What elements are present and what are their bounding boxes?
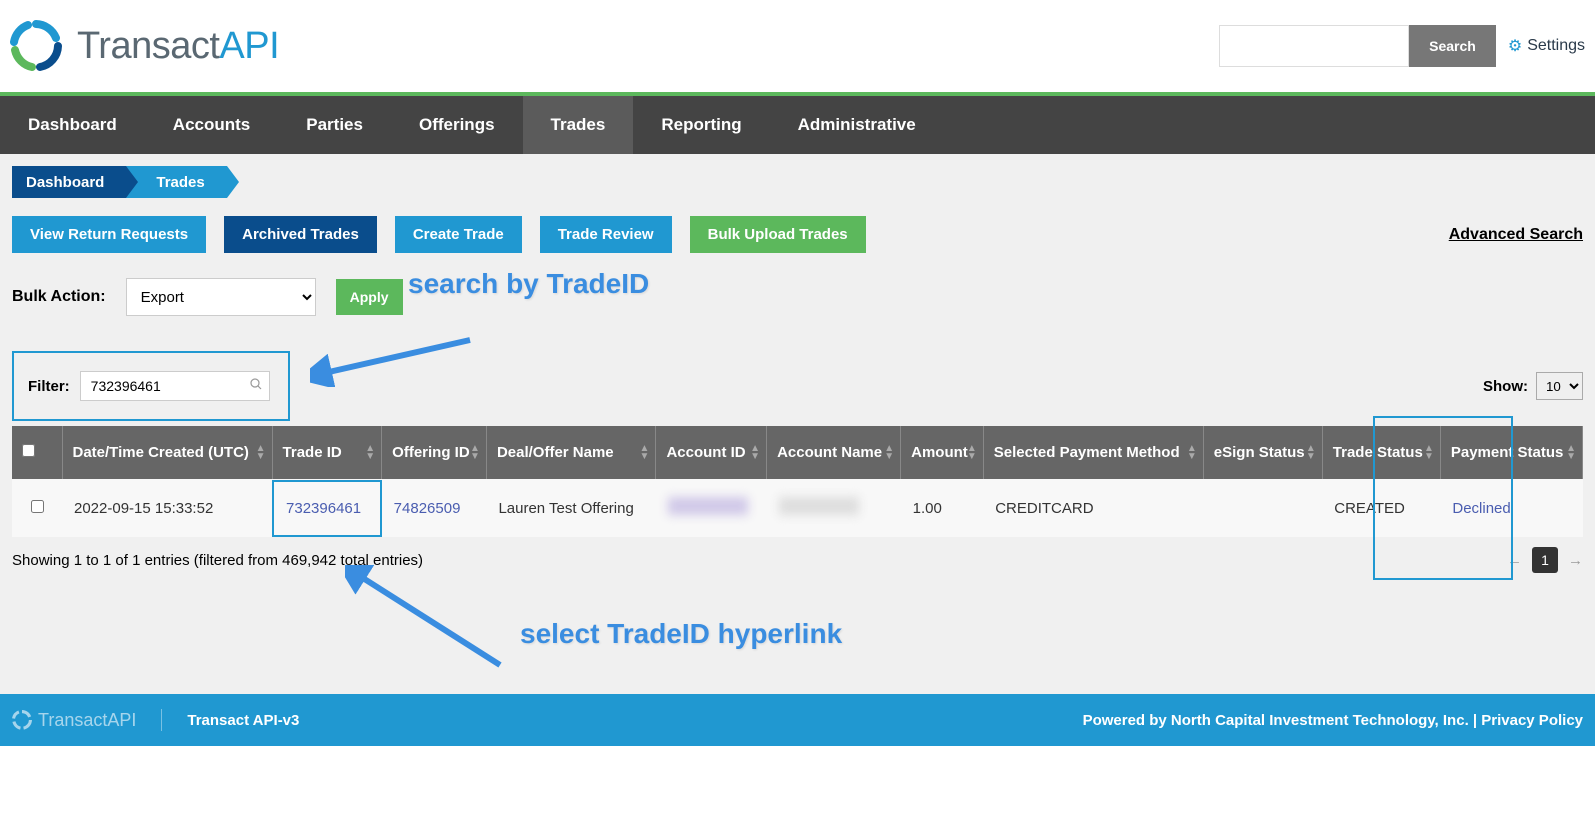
gear-icon: ⚙ bbox=[1508, 36, 1522, 56]
header-right: Search ⚙ Settings bbox=[1219, 25, 1585, 67]
cell-amount: 1.00 bbox=[901, 479, 984, 537]
advanced-search-link[interactable]: Advanced Search bbox=[1449, 226, 1583, 244]
th-account-id[interactable]: Account ID▲▼ bbox=[656, 426, 767, 479]
footer: TransactAPI Transact API-v3 Powered by N… bbox=[0, 694, 1595, 746]
th-trade-status[interactable]: Trade Status▲▼ bbox=[1322, 426, 1440, 479]
settings-link[interactable]: ⚙ Settings bbox=[1508, 36, 1585, 56]
th-payment-method[interactable]: Selected Payment Method▲▼ bbox=[983, 426, 1203, 479]
footer-version: Transact API-v3 bbox=[187, 712, 299, 729]
annotation-select: select TradeID hyperlink bbox=[520, 618, 842, 650]
row-checkbox[interactable] bbox=[31, 500, 44, 513]
nav-reporting[interactable]: Reporting bbox=[633, 96, 769, 154]
filter-label: Filter: bbox=[28, 378, 70, 395]
payment-status-link[interactable]: Declined bbox=[1452, 500, 1510, 517]
show-label: Show: bbox=[1483, 378, 1528, 395]
annotation-search: search by TradeID bbox=[408, 268, 649, 300]
trade-id-link[interactable]: 732396461 bbox=[272, 480, 382, 537]
blurred-account-name bbox=[779, 497, 859, 515]
bulk-upload-trades-button[interactable]: Bulk Upload Trades bbox=[690, 216, 866, 253]
nav-accounts[interactable]: Accounts bbox=[145, 96, 278, 154]
cell-datetime: 2022-09-15 15:33:52 bbox=[62, 479, 272, 537]
table-info-text: Showing 1 to 1 of 1 entries (filtered fr… bbox=[12, 552, 423, 569]
navbar: Dashboard Accounts Parties Offerings Tra… bbox=[0, 96, 1595, 154]
offering-id-link[interactable]: 74826509 bbox=[394, 500, 461, 517]
divider bbox=[161, 709, 162, 731]
cell-esign bbox=[1203, 479, 1322, 537]
cell-payment-method: CREDITCARD bbox=[983, 479, 1203, 537]
bulk-row: Bulk Action: Export Apply search by Trad… bbox=[12, 278, 1583, 316]
nav-parties[interactable]: Parties bbox=[278, 96, 391, 154]
search-input[interactable] bbox=[1219, 25, 1409, 67]
th-datetime[interactable]: Date/Time Created (UTC)▲▼ bbox=[62, 426, 272, 479]
pager-prev-icon[interactable]: ← bbox=[1507, 552, 1522, 569]
blurred-account-id bbox=[668, 497, 748, 515]
logo: TransactAPI bbox=[10, 20, 279, 72]
show-select[interactable]: 10 bbox=[1536, 372, 1583, 400]
cell-account-id bbox=[656, 479, 767, 537]
bulk-label: Bulk Action: bbox=[12, 288, 106, 306]
apply-button[interactable]: Apply bbox=[336, 279, 403, 315]
th-payment-status[interactable]: Payment Status▲▼ bbox=[1440, 426, 1582, 479]
logo-icon bbox=[10, 20, 62, 72]
breadcrumb-dashboard[interactable]: Dashboard bbox=[12, 166, 126, 198]
cell-account-name bbox=[767, 479, 901, 537]
pager: ← 1 → bbox=[1507, 547, 1583, 573]
table-header-row: Date/Time Created (UTC)▲▼ Trade ID▲▼ Off… bbox=[12, 426, 1583, 479]
cell-payment-status: Declined bbox=[1440, 479, 1582, 537]
action-bar: View Return Requests Archived Trades Cre… bbox=[12, 216, 1583, 253]
select-all-checkbox[interactable] bbox=[22, 444, 35, 457]
bulk-select[interactable]: Export bbox=[126, 278, 316, 316]
footer-left: TransactAPI Transact API-v3 bbox=[12, 709, 299, 731]
filter-input[interactable] bbox=[80, 371, 270, 401]
action-buttons: View Return Requests Archived Trades Cre… bbox=[12, 216, 866, 253]
show-wrap: Show: 10 bbox=[1483, 372, 1583, 400]
breadcrumb-trades[interactable]: Trades bbox=[126, 166, 226, 198]
table-row: 2022-09-15 15:33:52 732396461 74826509 L… bbox=[12, 479, 1583, 537]
nav-trades[interactable]: Trades bbox=[523, 96, 634, 154]
trades-table: Date/Time Created (UTC)▲▼ Trade ID▲▼ Off… bbox=[12, 426, 1583, 537]
cell-trade-status: CREATED bbox=[1322, 479, 1440, 537]
settings-label: Settings bbox=[1527, 37, 1585, 55]
content: Dashboard Trades View Return Requests Ar… bbox=[0, 154, 1595, 694]
table-info-row: Showing 1 to 1 of 1 entries (filtered fr… bbox=[12, 537, 1583, 583]
filter-input-wrap bbox=[80, 371, 270, 401]
nav-dashboard[interactable]: Dashboard bbox=[0, 96, 145, 154]
th-trade-id[interactable]: Trade ID▲▼ bbox=[272, 426, 382, 479]
cell-offering-id: 74826509 bbox=[382, 479, 487, 537]
filter-box: Filter: bbox=[12, 351, 290, 421]
th-offering-id[interactable]: Offering ID▲▼ bbox=[382, 426, 487, 479]
filter-show-row: Filter: Show: 10 bbox=[12, 351, 1583, 421]
nav-administrative[interactable]: Administrative bbox=[770, 96, 944, 154]
logo-icon bbox=[12, 710, 32, 730]
archived-trades-button[interactable]: Archived Trades bbox=[224, 216, 377, 253]
header: TransactAPI Search ⚙ Settings bbox=[0, 0, 1595, 92]
th-account-name[interactable]: Account Name▲▼ bbox=[767, 426, 901, 479]
th-amount[interactable]: Amount▲▼ bbox=[901, 426, 984, 479]
create-trade-button[interactable]: Create Trade bbox=[395, 216, 522, 253]
view-return-requests-button[interactable]: View Return Requests bbox=[12, 216, 206, 253]
trade-review-button[interactable]: Trade Review bbox=[540, 216, 672, 253]
th-esign[interactable]: eSign Status▲▼ bbox=[1203, 426, 1322, 479]
breadcrumb: Dashboard Trades bbox=[12, 166, 1583, 198]
cell-deal-name: Lauren Test Offering bbox=[486, 479, 656, 537]
footer-right: Powered by North Capital Investment Tech… bbox=[1083, 712, 1583, 729]
th-checkbox bbox=[12, 426, 62, 479]
search-wrap: Search bbox=[1219, 25, 1496, 67]
search-button[interactable]: Search bbox=[1409, 25, 1496, 67]
nav-offerings[interactable]: Offerings bbox=[391, 96, 523, 154]
pager-page[interactable]: 1 bbox=[1532, 547, 1558, 573]
cell-trade-id: 732396461 bbox=[272, 479, 382, 537]
footer-logo: TransactAPI bbox=[12, 710, 136, 731]
search-icon bbox=[250, 377, 262, 395]
pager-next-icon[interactable]: → bbox=[1568, 552, 1583, 569]
logo-text: TransactAPI bbox=[77, 25, 279, 68]
th-deal-name[interactable]: Deal/Offer Name▲▼ bbox=[486, 426, 656, 479]
